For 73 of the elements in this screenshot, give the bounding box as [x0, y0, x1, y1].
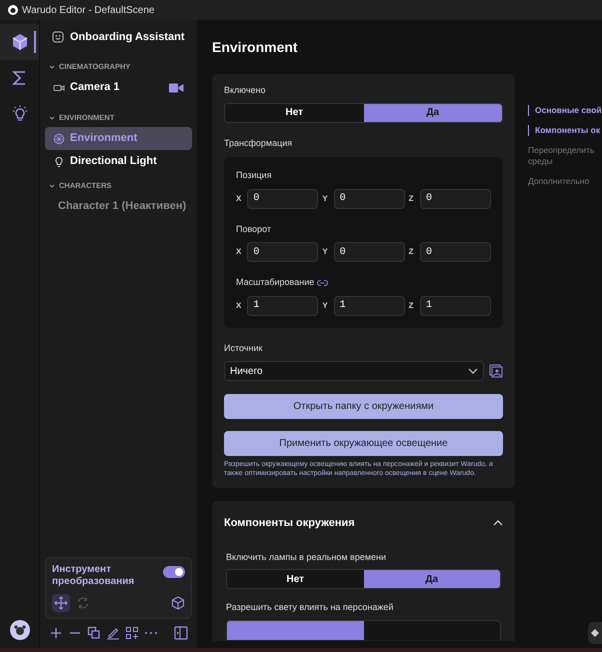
nav-link[interactable]: Компоненты ок [528, 125, 602, 136]
sidebar-panel-icon[interactable] [174, 626, 188, 640]
number-field[interactable]: 1 [420, 296, 491, 316]
window-title: Warudo Editor - DefaultScene [22, 4, 154, 18]
sidebar-item[interactable]: Onboarding Assistant [45, 20, 192, 54]
field-label: Поворот [236, 222, 272, 236]
app-logo-icon [8, 5, 18, 15]
section-title: Компоненты окружения [224, 516, 355, 531]
nav-link[interactable]: Переопределить среды [528, 145, 598, 167]
diamond-icon [591, 629, 599, 637]
action-button[interactable]: Открыть папку с окружениями [224, 394, 503, 419]
field-label: Включить лампы в реальном времени [225, 550, 388, 564]
number-field[interactable]: 0 [334, 188, 405, 208]
axis-label: X [236, 300, 242, 312]
avatar-icon[interactable] [10, 620, 30, 640]
segment-option[interactable]: Да [364, 570, 500, 588]
sidebar-item[interactable]: Directional Light [45, 150, 192, 173]
chevron-icon [49, 64, 55, 70]
action-button[interactable]: Применить окружающее освещение [224, 431, 503, 456]
number-field[interactable]: 0 [247, 242, 318, 262]
tool-button[interactable] [52, 594, 70, 612]
chevron-down-icon [468, 368, 478, 374]
chevron-icon [49, 183, 55, 189]
grid-plus-icon[interactable] [125, 626, 139, 640]
lightbulb-icon [10, 105, 28, 123]
field-label: Масштабирование [236, 276, 314, 289]
field-label: Позиция [236, 169, 272, 182]
number-field[interactable]: 0 [420, 188, 491, 208]
axis-label: Y [322, 300, 329, 312]
sidebar-item[interactable]: Environment [45, 127, 192, 150]
number-field[interactable]: 0 [247, 188, 318, 208]
axis-label: Z [408, 246, 415, 258]
panel-title: Инструмент преобразования [52, 564, 136, 588]
page-heading: Environment [212, 38, 299, 57]
copy-icon[interactable] [87, 626, 101, 640]
pencil-icon[interactable] [106, 626, 120, 640]
field-label: Трансформация [224, 136, 294, 150]
smiley-icon [52, 31, 64, 43]
nav-link[interactable]: Основные свой [528, 105, 602, 116]
segment-option[interactable]: Да [364, 104, 502, 122]
cube-icon [10, 33, 28, 51]
axis-label: Z [408, 192, 415, 204]
number-field[interactable]: 0 [334, 242, 405, 262]
field-label: Разрешить свету влиять на персонажей [225, 601, 394, 614]
cube-icon[interactable] [171, 596, 185, 610]
number-field[interactable]: 1 [334, 296, 405, 316]
move-icon [54, 596, 68, 610]
plus-icon[interactable] [49, 626, 63, 640]
number-field[interactable]: 1 [247, 296, 318, 316]
globe-icon [53, 132, 65, 144]
number-field[interactable]: 0 [420, 242, 491, 262]
segment-option[interactable]: Нет [227, 570, 364, 588]
axis-label: X [236, 246, 242, 258]
axis-label: Y [322, 246, 329, 258]
chevron-icon[interactable] [493, 520, 503, 526]
floating-button[interactable] [588, 622, 602, 644]
segment-option[interactable] [227, 620, 364, 640]
axis-label: Z [408, 300, 415, 312]
toggle-switch[interactable] [163, 566, 185, 578]
axis-label: X [236, 192, 242, 204]
lightbulb-icon [53, 156, 65, 168]
sidebar-item[interactable]: Camera 1 [45, 76, 192, 99]
segment-option[interactable]: Нет [225, 104, 364, 122]
chevron-icon [49, 115, 55, 121]
dropdown[interactable]: Ничего [224, 361, 484, 381]
nav-link[interactable]: Дополнительно [528, 176, 598, 187]
field-label: Включено [224, 84, 267, 97]
rotate-icon [76, 596, 90, 610]
sidebar-item[interactable]: Character 1 (Неактивен) [45, 195, 192, 218]
field-label: Источник [224, 342, 264, 354]
axis-label: Y [322, 192, 329, 204]
image-gallery-icon[interactable] [489, 364, 503, 378]
rail-tab[interactable] [0, 24, 39, 60]
